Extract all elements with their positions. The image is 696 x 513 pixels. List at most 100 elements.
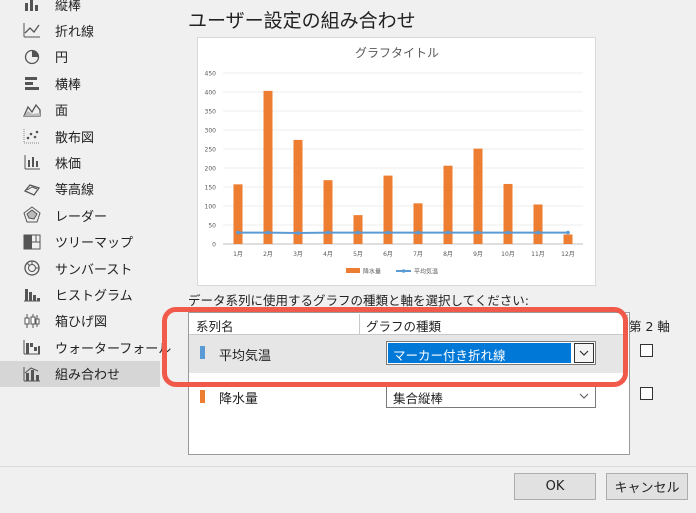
waterfall-chart-icon <box>22 337 42 357</box>
chevron-down-icon[interactable] <box>574 386 594 406</box>
chart-bar <box>473 148 483 244</box>
x-tick-label: 6月 <box>383 251 393 258</box>
chart-bar <box>413 203 423 244</box>
y-tick-label: 100 <box>205 204 217 211</box>
sidebar-item[interactable]: レーダー <box>0 202 160 228</box>
y-tick-label: 50 <box>208 223 216 230</box>
sidebar-item-label: 折れ線 <box>55 24 95 40</box>
y-tick-label: 350 <box>205 109 217 116</box>
legend-swatch <box>346 268 360 273</box>
sidebar-item-label: 等高線 <box>55 183 95 199</box>
cancel-button[interactable]: キャンセル <box>606 473 688 500</box>
secondary-axis-checkbox[interactable] <box>640 344 653 357</box>
y-tick-label: 400 <box>205 90 217 97</box>
area-chart-icon <box>22 100 42 120</box>
chart-line-point <box>566 230 570 235</box>
stock-chart-icon <box>22 152 42 172</box>
sidebar-item[interactable]: 散布図 <box>0 123 160 149</box>
sidebar-item[interactable]: 等高線 <box>0 176 160 202</box>
chart-bar <box>323 180 333 244</box>
x-tick-label: 12月 <box>561 251 575 258</box>
x-tick-label: 5月 <box>353 251 363 258</box>
sidebar-item-label: ツリーマップ <box>55 236 134 252</box>
pie-chart-icon <box>22 47 42 67</box>
x-tick-label: 9月 <box>473 251 483 258</box>
sidebar-item[interactable]: 面 <box>0 97 160 123</box>
chart-line-point <box>296 231 300 235</box>
y-tick-label: 200 <box>205 166 217 173</box>
annotation-highlight <box>162 307 628 387</box>
chart-title: グラフタイトル <box>355 46 439 60</box>
sidebar-item[interactable]: 株価 <box>0 149 160 175</box>
x-tick-label: 4月 <box>323 251 333 258</box>
chart-line-point <box>446 230 450 235</box>
line-chart-icon <box>22 20 42 40</box>
chart-line-point <box>236 230 240 235</box>
sidebar-item-label: サンバースト <box>55 262 133 278</box>
secondary-axis-checkbox[interactable] <box>640 387 653 400</box>
sidebar-item-label: 散布図 <box>55 130 95 146</box>
chart-svg: グラフタイトル 0 50 100 150 200 250 300 350 400 450 1月 2月 3月… <box>205 46 583 276</box>
chart-bar <box>263 90 273 244</box>
dropdown-value: 集合縦棒 <box>393 391 444 406</box>
series-name: 降水量 <box>219 392 259 407</box>
chart-bar <box>563 234 573 244</box>
chart-line-point <box>416 230 420 235</box>
sidebar-item[interactable]: 縦棒 <box>0 0 160 17</box>
sidebar-item[interactable]: 箱ひげ図 <box>0 308 160 334</box>
sidebar-item[interactable]: 組み合わせ <box>0 360 160 387</box>
x-tick-label: 7月 <box>413 251 423 258</box>
column-chart-icon <box>22 0 42 14</box>
y-tick-label: 450 <box>205 71 217 78</box>
sidebar-item[interactable]: ウォーターフォール <box>0 334 171 360</box>
sidebar-item-label: 横棒 <box>55 77 82 93</box>
scatter-chart-icon <box>22 126 42 146</box>
histogram-chart-icon <box>22 284 42 304</box>
chart-type-dropdown[interactable]: 集合縦棒 <box>386 384 596 408</box>
sidebar-item-label: 円 <box>55 51 69 67</box>
sidebar-item-label: レーダー <box>55 209 108 225</box>
chart-line-point <box>386 230 390 235</box>
sidebar-item[interactable]: ツリーマップ <box>0 229 160 255</box>
box-whisker-chart-icon <box>22 311 42 331</box>
page-title: ユーザー設定の組み合わせ <box>188 10 416 32</box>
sidebar-item[interactable]: 円 <box>0 44 160 70</box>
x-tick-label: 8月 <box>443 251 453 258</box>
y-tick-label: 300 <box>205 128 217 135</box>
chart-line-point <box>476 230 480 235</box>
chart-type-sidebar: 縦棒折れ線円横棒面散布図株価等高線レーダーツリーマップ サンバースト ヒストグラム箱… <box>0 0 171 390</box>
x-tick-label: 2月 <box>263 251 273 258</box>
chart-bar <box>533 204 543 244</box>
sidebar-item-label: 面 <box>55 104 69 120</box>
chart-line-point <box>506 230 510 235</box>
sidebar-item[interactable]: サンバースト <box>0 255 160 281</box>
sidebar-item-label: 株価 <box>55 156 82 172</box>
radar-chart-icon <box>22 205 42 225</box>
sunburst-chart-icon <box>22 258 42 278</box>
column-header-secondary-axis: 第 2 軸 <box>629 319 670 334</box>
sidebar-item-label: 縦棒 <box>55 0 82 14</box>
y-tick-label: 0 <box>212 242 216 249</box>
ok-button[interactable]: OK <box>514 473 596 500</box>
sidebar-item[interactable]: ヒストグラム <box>0 281 160 307</box>
x-tick-label: 10月 <box>501 251 515 258</box>
x-tick-label: 11月 <box>531 251 545 258</box>
y-tick-label: 250 <box>205 147 217 154</box>
combo-chart-icon <box>22 364 42 384</box>
chart-bar <box>353 215 363 244</box>
treemap-chart-icon <box>22 232 42 252</box>
x-tick-label: 1月 <box>233 251 243 258</box>
y-tick-label: 150 <box>205 185 217 192</box>
sidebar-item[interactable]: 横棒 <box>0 70 160 96</box>
series-color-marker <box>200 390 205 403</box>
sidebar-item-label: ウォーターフォール <box>55 341 172 357</box>
sidebar-item[interactable]: 折れ線 <box>0 17 160 43</box>
chart-line-point <box>536 230 540 235</box>
sidebar-item-label: ヒストグラム <box>55 288 133 304</box>
chart-bar <box>293 139 303 244</box>
chart-line-point <box>266 230 270 235</box>
surface-chart-icon <box>22 179 42 199</box>
chart-bar <box>503 183 513 244</box>
sidebar-item-label: 箱ひげ図 <box>55 315 108 331</box>
sidebar-item-label: 組み合わせ <box>55 368 121 384</box>
